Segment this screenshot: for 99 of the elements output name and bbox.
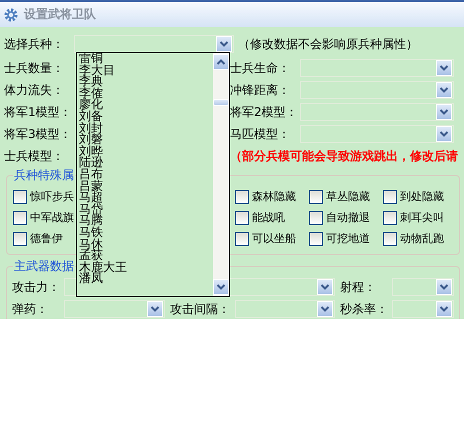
chevron-down-icon bbox=[439, 64, 449, 72]
list-item[interactable]: 马铁 bbox=[79, 226, 213, 238]
field-label: 体力流失： bbox=[4, 82, 65, 98]
list-item[interactable]: 木鹿大王 bbox=[79, 262, 213, 274]
list-item[interactable]: 吕蒙 bbox=[79, 180, 213, 192]
field-label: 将军3模型： bbox=[4, 126, 73, 142]
dropdown-button[interactable] bbox=[317, 279, 333, 295]
scroll-up-button[interactable] bbox=[213, 54, 229, 70]
field-label: 士兵数量： bbox=[4, 60, 65, 76]
checkbox[interactable] bbox=[383, 190, 397, 204]
chevron-down-icon bbox=[439, 86, 449, 94]
chevron-down-icon bbox=[439, 283, 449, 291]
dropdown-field[interactable] bbox=[300, 125, 454, 143]
checkbox[interactable] bbox=[383, 232, 397, 246]
checkbox-label: 草丛隐藏 bbox=[326, 189, 370, 204]
list-item[interactable]: 李傕 bbox=[79, 88, 213, 100]
checkbox-label: 自动撤退 bbox=[326, 210, 370, 225]
dropdown-button[interactable] bbox=[436, 279, 452, 295]
chevron-down-icon bbox=[439, 305, 449, 313]
list-item[interactable]: 陆逊 bbox=[79, 157, 213, 169]
dropdown-field[interactable] bbox=[392, 278, 454, 296]
field-label: 射程： bbox=[340, 278, 377, 296]
chevron-down-icon bbox=[219, 40, 229, 48]
checkbox[interactable] bbox=[13, 232, 27, 246]
list-item[interactable]: 廖化 bbox=[79, 99, 213, 111]
checkbox-label: 能战吼 bbox=[252, 210, 285, 225]
hint-text: （修改数据不会影响原兵种属性） bbox=[238, 36, 418, 52]
scroll-down-button[interactable] bbox=[213, 279, 229, 295]
dropdown-button[interactable] bbox=[147, 301, 163, 317]
dropdown-field[interactable] bbox=[64, 300, 165, 318]
field-label: 将军2模型： bbox=[230, 104, 299, 120]
checkbox[interactable] bbox=[309, 190, 323, 204]
chevron-down-icon bbox=[439, 130, 449, 138]
checkbox-label: 可以坐船 bbox=[252, 231, 296, 246]
list-item[interactable]: 马岱 bbox=[79, 204, 213, 216]
field-label: 攻击力： bbox=[12, 278, 61, 296]
checkbox-label: 动物乱跑 bbox=[400, 231, 444, 246]
field-label: 士兵模型： bbox=[4, 148, 65, 164]
dropdown-button[interactable] bbox=[436, 104, 452, 120]
checkbox[interactable] bbox=[309, 210, 323, 224]
field-label: 选择兵种： bbox=[4, 36, 65, 52]
checkbox-label: 刺耳尖叫 bbox=[400, 210, 444, 225]
dropdown-button[interactable] bbox=[436, 60, 452, 76]
checkbox-label: 德鲁伊 bbox=[30, 231, 63, 246]
gear-icon bbox=[4, 8, 18, 22]
dropdown-field[interactable] bbox=[74, 35, 234, 53]
dropdown-field[interactable] bbox=[392, 300, 454, 318]
list-item[interactable]: 吕布 bbox=[79, 168, 213, 181]
chevron-down-icon bbox=[320, 283, 330, 291]
checkbox[interactable] bbox=[13, 210, 27, 224]
field-label: 弹药： bbox=[12, 300, 49, 318]
list-item[interactable]: 马休 bbox=[79, 238, 213, 250]
chevron-down-icon bbox=[320, 305, 330, 313]
dropdown-button[interactable] bbox=[436, 126, 452, 142]
checkbox-label: 惊吓步兵 bbox=[30, 189, 74, 204]
group-title: 兵种特殊属 bbox=[13, 167, 75, 184]
list-item[interactable]: 刘晔 bbox=[79, 146, 213, 158]
list-item[interactable]: 马超 bbox=[79, 192, 213, 204]
dropdown-button[interactable] bbox=[216, 36, 232, 52]
dropdown-field[interactable] bbox=[300, 81, 454, 99]
checkbox[interactable] bbox=[13, 190, 27, 204]
warning-text: （部分兵模可能会导致游戏跳出，修改后请 bbox=[230, 148, 458, 164]
list-item[interactable]: 李典 bbox=[79, 76, 213, 88]
checkbox[interactable] bbox=[383, 210, 397, 224]
checkbox-label: 可挖地道 bbox=[326, 231, 370, 246]
checkbox-label: 中军战旗 bbox=[30, 210, 74, 225]
dropdown-field[interactable] bbox=[300, 59, 454, 77]
list-item[interactable]: 孟获 bbox=[79, 250, 213, 262]
list-item[interactable]: 刘备 bbox=[79, 110, 213, 123]
list-item[interactable]: 潘凤 bbox=[79, 273, 213, 285]
checkbox[interactable] bbox=[235, 190, 249, 204]
scroll-thumb[interactable] bbox=[213, 99, 229, 106]
dropdown-button[interactable] bbox=[436, 82, 452, 98]
checkbox[interactable] bbox=[235, 210, 249, 224]
group-title: 主武器数据 bbox=[13, 258, 75, 275]
field-label: 冲锋距离： bbox=[230, 82, 291, 98]
field-label: 士兵生命： bbox=[230, 60, 291, 76]
dropdown-button[interactable] bbox=[317, 301, 333, 317]
window-title: 设置武将卫队 bbox=[24, 6, 96, 23]
list-item[interactable]: 刘磐 bbox=[79, 134, 213, 146]
chevron-down-icon bbox=[216, 283, 226, 291]
field-label: 马匹模型： bbox=[230, 126, 291, 142]
chevron-down-icon bbox=[150, 305, 160, 313]
checkbox-label: 森林隐藏 bbox=[252, 189, 296, 204]
checkbox[interactable] bbox=[309, 232, 323, 246]
checkbox[interactable] bbox=[235, 232, 249, 246]
list-item[interactable]: 李大目 bbox=[79, 64, 213, 76]
field-label: 攻击间隔： bbox=[170, 300, 231, 318]
dropdown-field[interactable] bbox=[300, 103, 454, 121]
dropdown-field[interactable] bbox=[235, 300, 335, 318]
field-label: 将军1模型： bbox=[4, 104, 73, 120]
field-label: 秒杀率： bbox=[340, 300, 389, 318]
checkbox-label: 到处隐藏 bbox=[400, 189, 444, 204]
chevron-up-icon bbox=[216, 58, 226, 66]
chevron-down-icon bbox=[439, 108, 449, 116]
list-item[interactable]: 刘封 bbox=[79, 122, 213, 134]
dropdown-button[interactable] bbox=[436, 301, 452, 317]
scrollbar[interactable] bbox=[213, 53, 229, 296]
list-item[interactable]: 马腾 bbox=[79, 215, 213, 227]
